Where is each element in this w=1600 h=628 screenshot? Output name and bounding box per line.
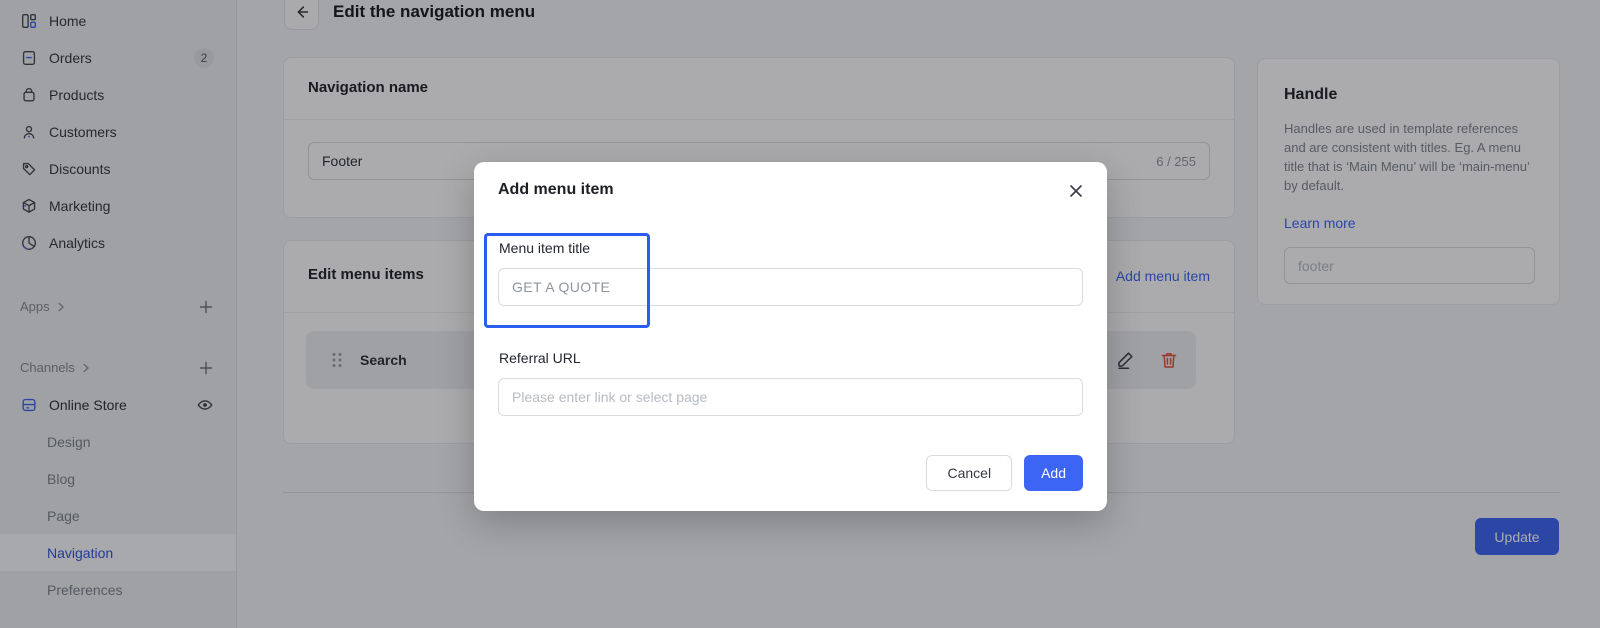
referral-url-field <box>498 378 1083 416</box>
add-button[interactable]: Add <box>1024 455 1083 491</box>
modal-actions: Cancel Add <box>926 455 1083 491</box>
menu-item-title-label: Menu item title <box>499 240 590 256</box>
menu-item-title-field <box>498 268 1083 306</box>
menu-item-title-input[interactable] <box>499 279 1082 295</box>
close-icon[interactable] <box>1067 182 1085 200</box>
cancel-button[interactable]: Cancel <box>926 455 1012 491</box>
referral-url-label: Referral URL <box>499 350 581 366</box>
referral-url-input[interactable] <box>499 389 1082 405</box>
add-menu-item-modal: Add menu item Menu item title Referral U… <box>474 162 1107 511</box>
modal-title: Add menu item <box>498 181 614 199</box>
